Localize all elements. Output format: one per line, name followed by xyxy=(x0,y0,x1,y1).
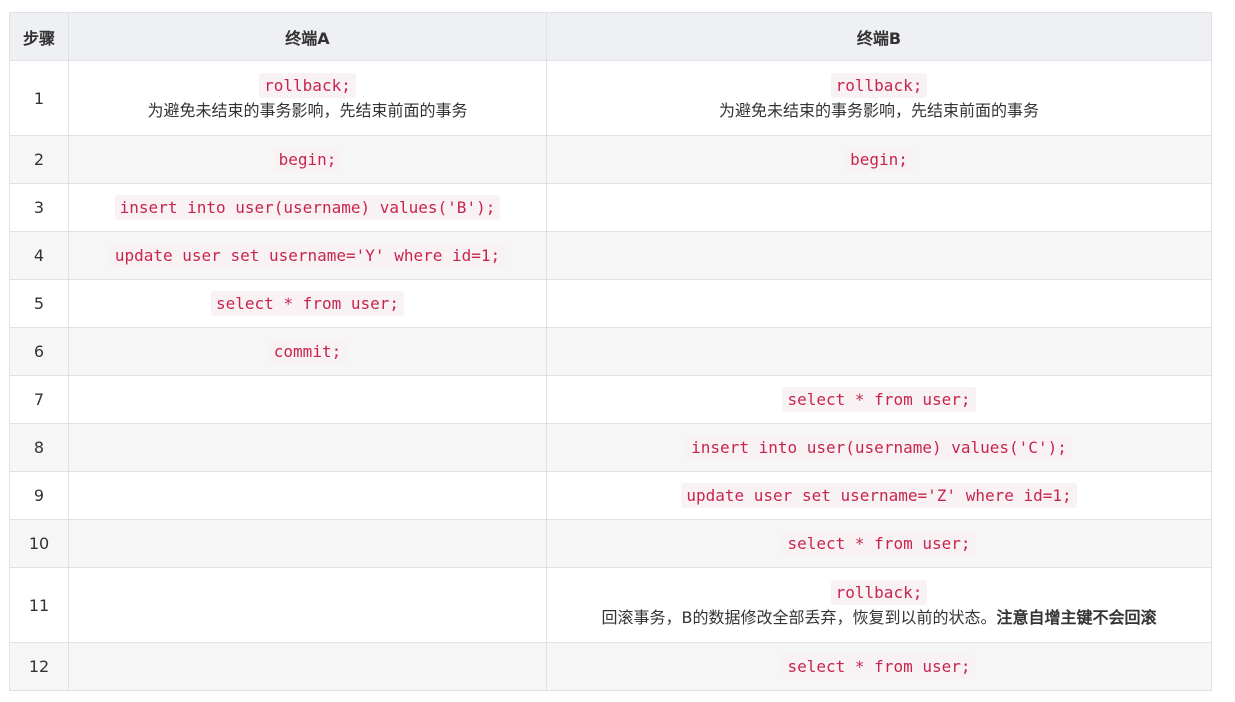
step-note: 为避免未结束的事务影响，先结束前面的事务 xyxy=(147,101,468,120)
table-row: 6 commit; xyxy=(9,327,1212,376)
step-note: 为避免未结束的事务影响，先结束前面的事务 xyxy=(718,101,1039,120)
terminal-b-cell: rollback; 为避免未结束的事务影响，先结束前面的事务 xyxy=(546,60,1212,136)
step-number: 10 xyxy=(9,519,69,568)
table-row: 2 begin; begin; xyxy=(9,135,1212,184)
terminal-a-cell xyxy=(68,519,547,568)
terminal-a-cell xyxy=(68,423,547,472)
table-row: 5 select * from user; xyxy=(9,279,1212,328)
step-number: 4 xyxy=(9,231,69,280)
terminal-a-cell: select * from user; xyxy=(68,279,547,328)
step-number: 7 xyxy=(9,375,69,424)
sql-code: update user set username='Z' where id=1; xyxy=(681,482,1077,508)
transaction-steps-table: 步骤 终端A 终端B 1 rollback; 为避免未结束的事务影响，先结束前面… xyxy=(9,12,1212,691)
sql-code: insert into user(username) values('B'); xyxy=(114,194,501,220)
transaction-steps-table-container: 步骤 终端A 终端B 1 rollback; 为避免未结束的事务影响，先结束前面… xyxy=(9,12,1212,691)
sql-code: commit; xyxy=(268,338,347,364)
sql-code: select * from user; xyxy=(782,530,976,556)
terminal-a-cell: rollback; 为避免未结束的事务影响，先结束前面的事务 xyxy=(68,60,547,136)
table-row: 1 rollback; 为避免未结束的事务影响，先结束前面的事务 rollbac… xyxy=(9,60,1212,136)
terminal-b-cell xyxy=(546,183,1212,232)
step-note: 回滚事务，B的数据修改全部丢弃，恢复到以前的状态。注意自增主键不会回滚 xyxy=(553,608,1205,628)
sql-code: rollback; xyxy=(830,580,928,605)
sql-code: select * from user; xyxy=(782,653,976,679)
step-number: 8 xyxy=(9,423,69,472)
sql-code: begin; xyxy=(273,146,342,172)
terminal-b-cell: select * from user; xyxy=(546,642,1212,691)
terminal-b-cell: select * from user; xyxy=(546,519,1212,568)
sql-code: rollback; xyxy=(830,73,928,98)
header-terminal-b: 终端B xyxy=(546,12,1212,61)
terminal-b-cell xyxy=(546,279,1212,328)
table-row: 3 insert into user(username) values('B')… xyxy=(9,183,1212,232)
terminal-a-cell xyxy=(68,642,547,691)
sql-code: insert into user(username) values('C'); xyxy=(686,434,1072,460)
step-number: 3 xyxy=(9,183,69,232)
terminal-b-cell: begin; xyxy=(546,135,1212,184)
terminal-b-cell: insert into user(username) values('C'); xyxy=(546,423,1212,472)
step-number: 1 xyxy=(9,60,69,136)
terminal-a-cell: insert into user(username) values('B'); xyxy=(68,183,547,232)
terminal-b-cell: select * from user; xyxy=(546,375,1212,424)
sql-code: rollback; xyxy=(259,73,356,98)
step-number: 6 xyxy=(9,327,69,376)
terminal-a-cell xyxy=(68,375,547,424)
sql-code: select * from user; xyxy=(782,386,976,412)
table-row: 4 update user set username='Y' where id=… xyxy=(9,231,1212,280)
table-row: 11 rollback; 回滚事务，B的数据修改全部丢弃，恢复到以前的状态。注意… xyxy=(9,567,1212,643)
sql-code: update user set username='Y' where id=1; xyxy=(109,242,506,268)
table-header-row: 步骤 终端A 终端B xyxy=(9,12,1212,61)
terminal-a-cell xyxy=(68,567,547,643)
step-note-text: 回滚事务，B的数据修改全部丢弃，恢复到以前的状态。 xyxy=(601,608,997,627)
step-note-emphasis: 注意自增主键不会回滚 xyxy=(996,608,1157,627)
table-row: 12 select * from user; xyxy=(9,642,1212,691)
step-number: 12 xyxy=(9,642,69,691)
step-number: 2 xyxy=(9,135,69,184)
table-row: 7 select * from user; xyxy=(9,375,1212,424)
terminal-a-cell: update user set username='Y' where id=1; xyxy=(68,231,547,280)
table-row: 8 insert into user(username) values('C')… xyxy=(9,423,1212,472)
terminal-b-cell: rollback; 回滚事务，B的数据修改全部丢弃，恢复到以前的状态。注意自增主… xyxy=(546,567,1212,643)
step-number: 11 xyxy=(9,567,69,643)
step-number: 9 xyxy=(9,471,69,520)
terminal-a-cell: commit; xyxy=(68,327,547,376)
terminal-a-cell xyxy=(68,471,547,520)
sql-code: select * from user; xyxy=(210,290,405,316)
step-number: 5 xyxy=(9,279,69,328)
terminal-b-cell: update user set username='Z' where id=1; xyxy=(546,471,1212,520)
terminal-b-cell xyxy=(546,231,1212,280)
header-terminal-a: 终端A xyxy=(68,12,547,61)
table-row: 9 update user set username='Z' where id=… xyxy=(9,471,1212,520)
header-step: 步骤 xyxy=(9,12,69,61)
sql-code: begin; xyxy=(845,146,913,172)
terminal-b-cell xyxy=(546,327,1212,376)
terminal-a-cell: begin; xyxy=(68,135,547,184)
table-row: 10 select * from user; xyxy=(9,519,1212,568)
